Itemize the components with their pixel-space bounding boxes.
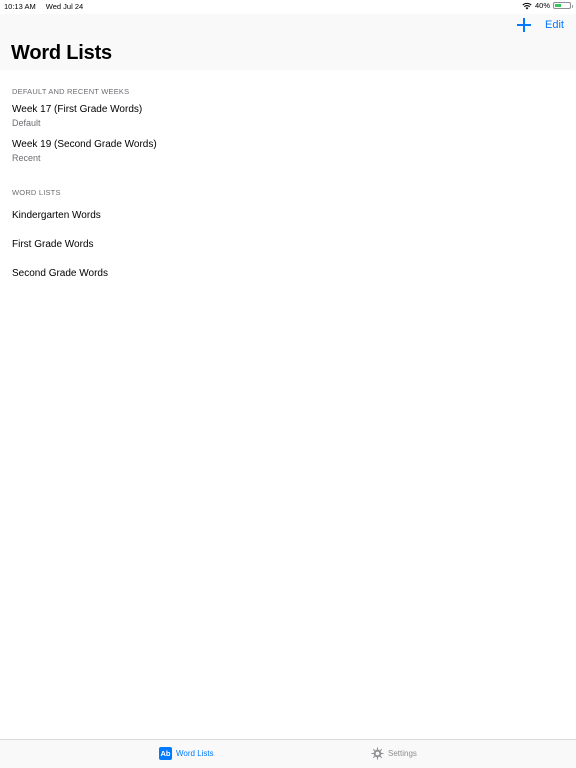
page-title: Word Lists [11,42,112,64]
battery-fill [555,4,561,7]
list-item-week-17[interactable]: Week 17 (First Grade Words) Default [12,104,576,128]
wifi-icon [522,2,532,9]
section-header-default-recent: DEFAULT AND RECENT WEEKS [12,87,130,96]
ab-icon: Ab [159,747,172,760]
list-item-first-grade[interactable]: First Grade Words [12,239,576,250]
gear-icon [371,747,384,760]
list-item-subtitle: Recent [12,153,41,163]
list-item-title: Week 19 (Second Grade Words) [12,139,157,150]
list-item-title: First Grade Words [12,239,94,250]
list-item-kindergarten[interactable]: Kindergarten Words [12,210,576,221]
list-item-title: Second Grade Words [12,268,108,279]
status-bar: 10:13 AM Wed Jul 24 40% [0,0,576,14]
list-item-title: Kindergarten Words [12,210,101,221]
battery-percent: 40% [534,1,550,10]
nav-buttons: Edit [517,18,564,32]
tab-settings[interactable]: Settings [371,747,417,760]
tab-label: Word Lists [176,749,214,758]
status-time: 10:13 AM [4,2,36,11]
tab-label: Settings [388,749,417,758]
list-item-subtitle: Default [12,118,41,128]
tab-bar: Ab Word Lists Settings [0,739,576,768]
tab-word-lists[interactable]: Ab Word Lists [159,747,214,760]
list-item-week-19[interactable]: Week 19 (Second Grade Words) Recent [12,139,576,163]
add-button[interactable] [517,18,532,32]
list-item-title: Week 17 (First Grade Words) [12,104,143,115]
section-header-word-lists: WORD LISTS [12,188,61,197]
status-date: Wed Jul 24 [45,2,84,11]
edit-button[interactable]: Edit [545,19,564,31]
list-item-second-grade[interactable]: Second Grade Words [12,268,576,279]
status-right: 40% [522,1,573,10]
battery-icon [553,2,573,9]
status-left: 10:13 AM Wed Jul 24 [4,2,83,11]
